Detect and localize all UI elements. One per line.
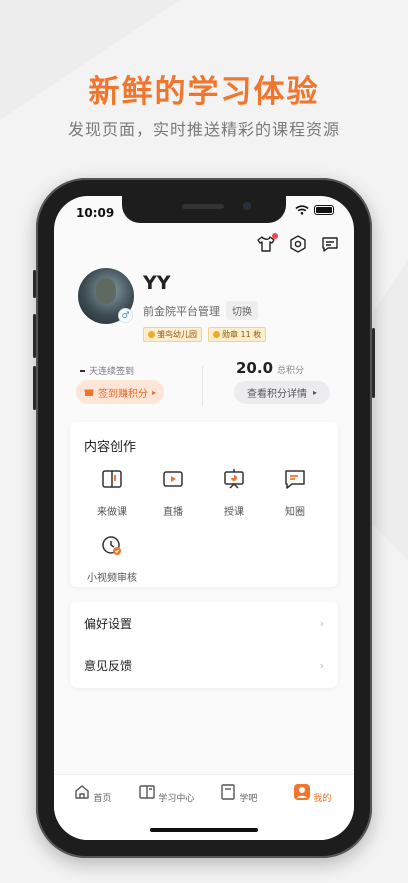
status-icons (295, 205, 334, 215)
checkin-streak: 天连续签到 (80, 364, 134, 377)
phone-frame: 10:09 ♂ YY 前金院平台管理 切换 雏鸟幼儿园 勋章 11 枚 天连续签… (33, 178, 375, 858)
tab-bar: 首页 学习中心 学吧 我的 (54, 774, 354, 840)
settings-card: 偏好设置 › 意见反馈 › (70, 602, 338, 688)
tool-make-course[interactable]: 来做课 (82, 466, 142, 518)
profile-icon (293, 783, 311, 801)
view-points-button[interactable]: 查看积分详情 ▸ (234, 381, 330, 404)
chevron-right-icon: ▸ (312, 388, 317, 397)
side-button (33, 366, 36, 410)
chevron-right-icon: › (319, 616, 324, 630)
tab-profile[interactable]: 我的 (282, 783, 342, 804)
home-icon (73, 783, 91, 801)
organization-name: 前金院平台管理 (143, 304, 220, 318)
battery-icon (314, 205, 334, 215)
tab-study-center[interactable]: 学习中心 (136, 783, 196, 804)
organization-row: 前金院平台管理 切换 (143, 301, 258, 320)
wifi-icon (295, 205, 309, 215)
study-icon (138, 783, 156, 801)
medal-badge[interactable]: 勋章 11 枚 (208, 327, 267, 342)
tab-home[interactable]: 首页 (62, 783, 122, 804)
book-icon (99, 466, 125, 492)
home-indicator (150, 828, 258, 832)
tool-live[interactable]: 直播 (143, 466, 203, 518)
video-review-icon (99, 532, 125, 558)
tab-forum[interactable]: 学吧 (208, 783, 268, 804)
preferences-row[interactable]: 偏好设置 › (84, 602, 324, 644)
speaker (182, 204, 224, 209)
points-label: 总积分 (277, 366, 305, 376)
content-creation-card: 内容创作 来做课 直播 授课 知圈 小视频审核 (70, 422, 338, 587)
feedback-row[interactable]: 意见反馈 › (84, 644, 324, 686)
level-badge[interactable]: 雏鸟幼儿园 (143, 327, 202, 342)
gender-male-icon: ♂ (118, 308, 133, 323)
promo-subline: 发现页面，实时推送精彩的课程资源 (67, 120, 340, 139)
streak-dash (80, 369, 85, 372)
notch (122, 196, 286, 223)
points-summary: 20.0 总积分 (236, 359, 304, 377)
tool-circle[interactable]: 知圈 (265, 466, 325, 518)
notification-dot (272, 233, 278, 239)
card-title: 内容创作 (84, 440, 137, 455)
promo-headline: 新鲜的学习体验 (88, 74, 320, 110)
shirt-icon[interactable] (256, 233, 278, 254)
chevron-right-icon: ▸ (152, 387, 157, 397)
status-time: 10:09 (76, 206, 115, 220)
message-icon[interactable] (320, 234, 340, 254)
live-icon (160, 466, 186, 492)
divider (202, 366, 203, 406)
medal-icon (213, 331, 220, 338)
settings-hex-icon[interactable] (288, 234, 308, 254)
switch-org-button[interactable]: 切换 (226, 301, 258, 320)
tool-video-review[interactable]: 小视频审核 (82, 532, 142, 584)
side-button (372, 328, 375, 398)
side-button (33, 270, 36, 298)
checkin-button[interactable]: 签到赚积分 ▸ (76, 380, 165, 404)
side-button (33, 314, 36, 358)
chevron-right-icon: › (319, 658, 324, 672)
star-icon (148, 331, 155, 338)
phone-screen: 10:09 ♂ YY 前金院平台管理 切换 雏鸟幼儿园 勋章 11 枚 天连续签… (54, 196, 354, 840)
user-name: YY (143, 272, 171, 294)
chat-icon (282, 466, 308, 492)
points-value: 20.0 (236, 359, 274, 377)
tool-teach[interactable]: 授课 (204, 466, 264, 518)
forum-icon (219, 783, 237, 801)
badge-list: 雏鸟幼儿园 勋章 11 枚 (143, 327, 267, 342)
teach-icon (221, 466, 247, 492)
camera (243, 202, 251, 210)
gift-icon (84, 387, 94, 397)
